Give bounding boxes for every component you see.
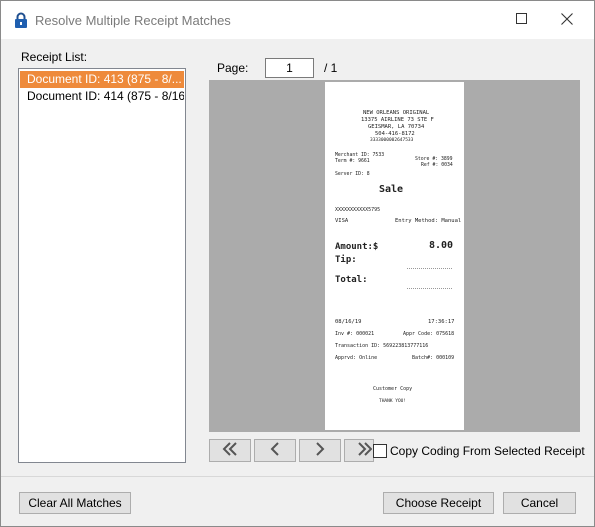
list-item-selected[interactable]: Document ID: 413 (875 - 8/... bbox=[20, 71, 184, 88]
close-button[interactable] bbox=[544, 1, 590, 39]
close-icon bbox=[561, 12, 573, 28]
receipt-phone: 504-416-8172 bbox=[375, 131, 415, 137]
receipt-list[interactable]: Document ID: 413 (875 - 8/... Document I… bbox=[18, 68, 186, 463]
receipt-thanks: THANK YOU! bbox=[379, 399, 407, 404]
receipt-image: NEW ORLEANS ORIGINAL 13375 AIRLINE 73 ST… bbox=[325, 82, 464, 430]
window-title: Resolve Multiple Receipt Matches bbox=[35, 13, 231, 28]
receipt-total-line bbox=[407, 288, 452, 289]
choose-receipt-button[interactable]: Choose Receipt bbox=[383, 492, 494, 514]
receipt-batch: Batch#: 000109 bbox=[412, 355, 455, 361]
footer-divider bbox=[1, 476, 594, 477]
dialog-window: Resolve Multiple Receipt Matches Receipt… bbox=[0, 0, 595, 527]
receipt-customer-copy: Customer Copy bbox=[373, 386, 413, 392]
copy-coding-checkbox[interactable] bbox=[373, 444, 387, 458]
receipt-card-type: VISA bbox=[335, 218, 349, 224]
receipt-viewer: NEW ORLEANS ORIGINAL 13375 AIRLINE 73 ST… bbox=[209, 80, 580, 432]
receipt-card: XXXXXXXXXXX5795 bbox=[335, 207, 381, 213]
receipt-term: Term #: 9661 bbox=[335, 159, 370, 164]
double-chevron-right-icon bbox=[358, 442, 373, 459]
receipt-entry-method: Entry Method: Manual bbox=[395, 218, 462, 224]
receipt-list-label: Receipt List: bbox=[21, 50, 88, 64]
chevron-left-icon bbox=[270, 442, 280, 459]
page-number-input[interactable]: 1 bbox=[265, 58, 314, 78]
cancel-button[interactable]: Cancel bbox=[503, 492, 576, 514]
last-page-button[interactable] bbox=[344, 439, 374, 462]
receipt-store-number: 3333000002647533 bbox=[370, 138, 414, 143]
receipt-total-label: Total: bbox=[335, 275, 368, 285]
double-chevron-left-icon bbox=[221, 442, 239, 459]
copy-coding-label: Copy Coding From Selected Receipt bbox=[390, 444, 585, 458]
receipt-store-no: Store #: 3899 bbox=[415, 157, 453, 162]
receipt-amount-value: 8.00 bbox=[429, 240, 454, 251]
previous-page-button[interactable] bbox=[254, 439, 296, 462]
receipt-address1: 13375 AIRLINE 73 STE F bbox=[361, 117, 434, 123]
receipt-approved: Apprvd: Online bbox=[335, 355, 378, 361]
lock-icon bbox=[14, 12, 28, 32]
receipt-amount-label: Amount:$ bbox=[335, 242, 379, 252]
receipt-address2: GEISMAR, LA 70734 bbox=[368, 124, 425, 130]
clear-all-matches-button[interactable]: Clear All Matches bbox=[19, 492, 131, 514]
receipt-ref: Ref #: 0034 bbox=[421, 163, 453, 168]
receipt-transaction-id: Transaction ID: 569223813777116 bbox=[335, 343, 429, 349]
receipt-appr: Appr Code: 075618 bbox=[403, 331, 455, 337]
receipt-sale: Sale bbox=[379, 184, 404, 195]
receipt-tip-label: Tip: bbox=[335, 255, 357, 265]
maximize-icon bbox=[515, 13, 527, 27]
title-bar: Resolve Multiple Receipt Matches bbox=[1, 1, 594, 39]
receipt-merchant-id: Merchant ID: 7533 bbox=[335, 153, 385, 158]
receipt-server-id: Server ID: 8 bbox=[335, 172, 370, 177]
receipt-store-name: NEW ORLEANS ORIGINAL bbox=[363, 110, 430, 116]
first-page-button[interactable] bbox=[209, 439, 251, 462]
page-total: / 1 bbox=[324, 61, 338, 75]
receipt-date: 08/16/19 bbox=[335, 319, 362, 325]
next-page-button[interactable] bbox=[299, 439, 341, 462]
receipt-time: 17:36:17 bbox=[428, 319, 455, 325]
list-item[interactable]: Document ID: 414 (875 - 8/16... bbox=[20, 88, 184, 105]
maximize-button[interactable] bbox=[498, 1, 544, 39]
receipt-inv: Inv #: 000021 bbox=[335, 331, 375, 337]
page-label: Page: bbox=[217, 61, 249, 75]
receipt-tip-line bbox=[407, 268, 452, 269]
chevron-right-icon bbox=[315, 442, 325, 459]
